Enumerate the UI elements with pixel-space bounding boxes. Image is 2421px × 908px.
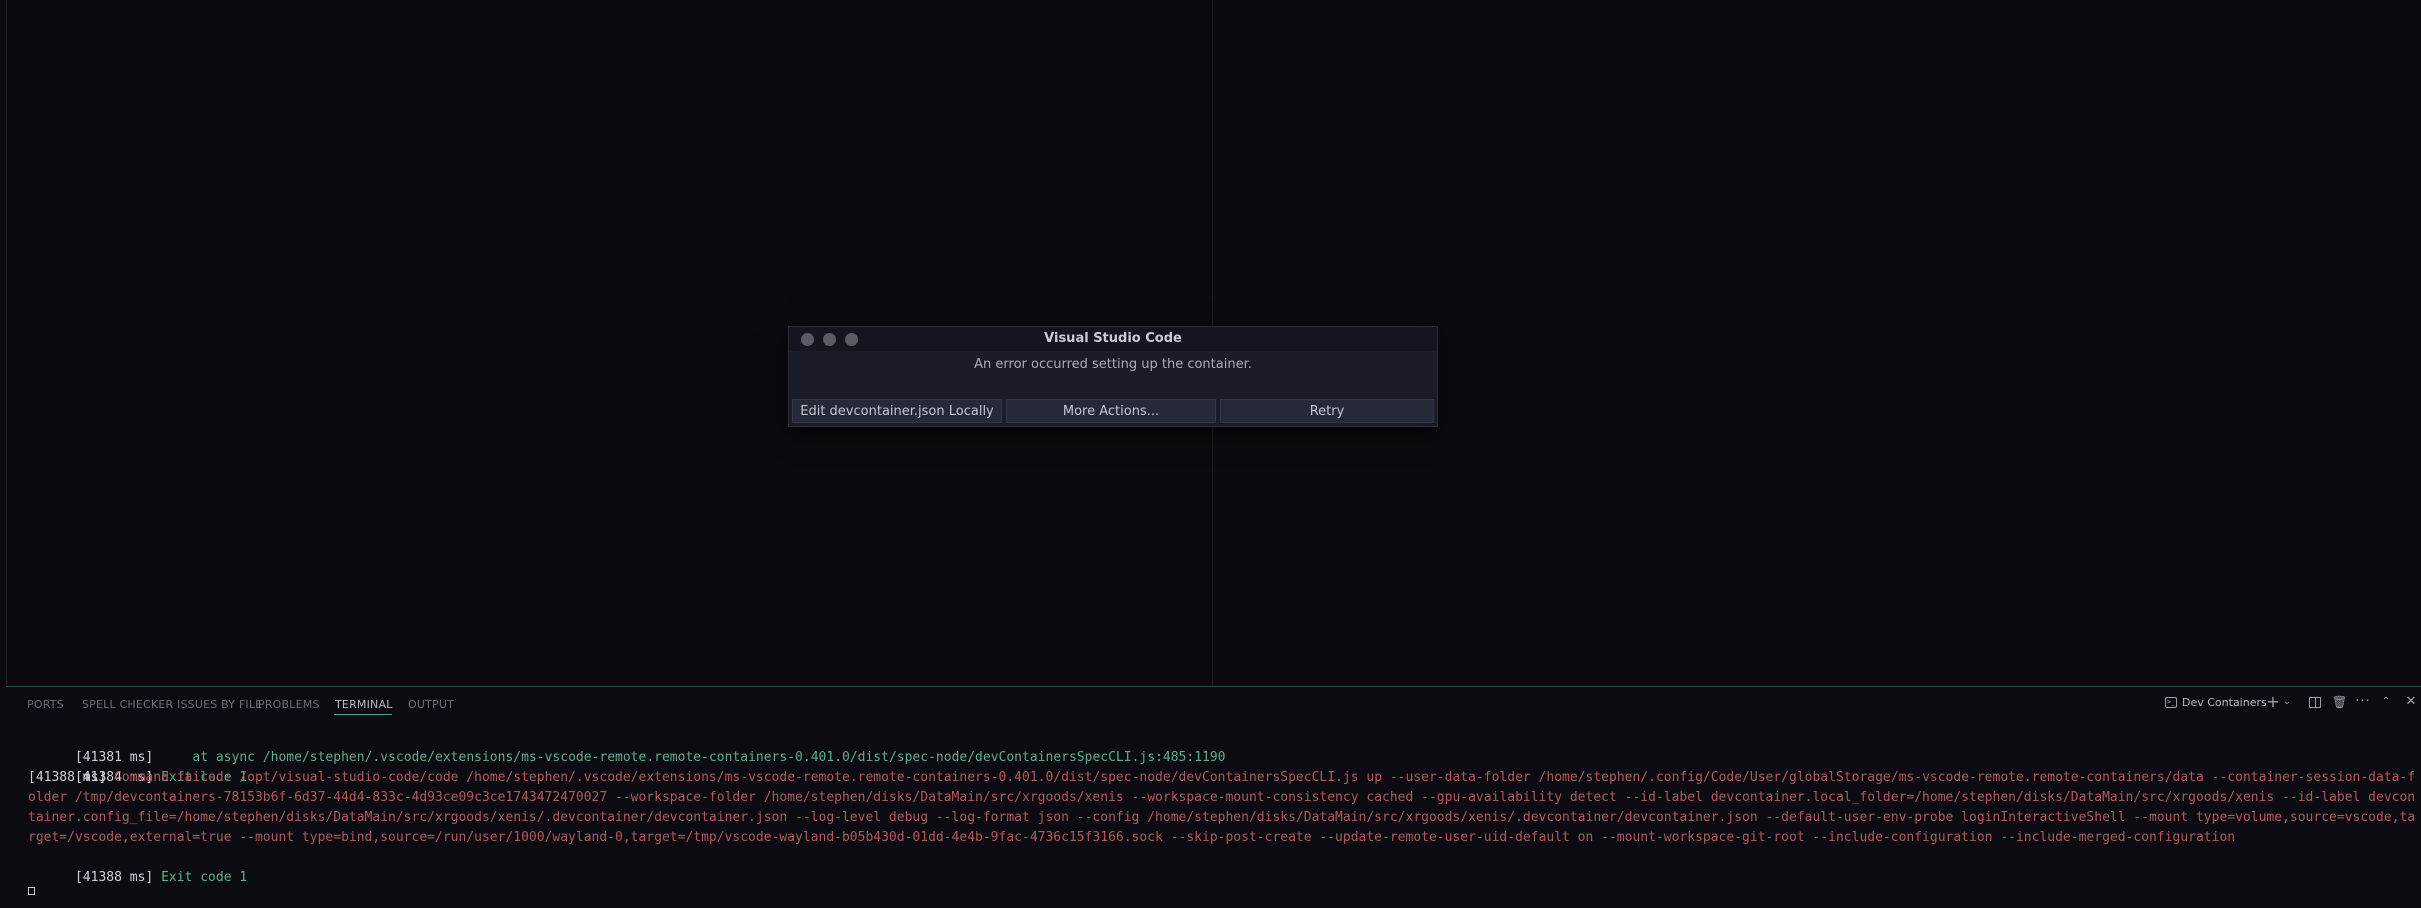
dialog-message: An error occurred setting up the contain…	[974, 357, 1252, 372]
tab-problems[interactable]: PROBLEMS	[258, 698, 320, 711]
trash-icon[interactable]: 🗑	[2332, 695, 2347, 709]
terminal-line: [41381 ms] at async /home/stephen/.vscod…	[28, 728, 2420, 765]
log-text: at async /home/stephen/.vscode/extension…	[153, 750, 1226, 765]
active-tab-indicator	[334, 714, 392, 715]
more-actions-button[interactable]: More Actions...	[1006, 399, 1216, 423]
terminal-output[interactable]: [41381 ms] at async /home/stephen/.vscod…	[28, 728, 2420, 885]
tab-output[interactable]: OUTPUT	[408, 698, 454, 711]
terminal-name[interactable]: Dev Containers	[2182, 696, 2267, 709]
terminal-cursor	[28, 887, 35, 895]
sidebar-edge	[6, 0, 7, 686]
timestamp: [41388 ms]	[28, 770, 107, 785]
error-text: Command failed: /opt/visual-studio-code/…	[28, 770, 2416, 845]
timestamp: [41381 ms]	[74, 750, 154, 765]
retry-button[interactable]: Retry	[1220, 399, 1434, 423]
plus-icon[interactable]: +	[2266, 694, 2280, 710]
log-text: Exit code 1	[153, 870, 248, 885]
timestamp: [41388 ms]	[74, 870, 154, 885]
terminal-line: [41388 ms] Command failed: /opt/visual-s…	[28, 768, 2420, 848]
error-dialog: Visual Studio Code An error occurred set…	[788, 326, 1438, 427]
chevron-up-icon[interactable]: ⌃	[2380, 695, 2392, 709]
more-icon[interactable]: ···	[2355, 695, 2371, 709]
close-icon[interactable]: ✕	[2405, 695, 2417, 709]
terminal-line: [41388 ms] Exit code 1	[28, 848, 2420, 885]
tab-spell-checker[interactable]: SPELL CHECKER ISSUES BY FILE	[82, 698, 262, 711]
dialog-title: Visual Studio Code	[1044, 331, 1182, 346]
terminal-icon: >_	[2165, 697, 2177, 708]
chevron-down-icon[interactable]: ⌄	[2282, 695, 2292, 709]
dialog-titlebar: Visual Studio Code	[789, 327, 1437, 351]
edit-devcontainer-button[interactable]: Edit devcontainer.json Locally	[792, 399, 1002, 423]
bottom-panel: PORTS SPELL CHECKER ISSUES BY FILE PROBL…	[6, 686, 2421, 896]
split-icon[interactable]	[2309, 697, 2321, 708]
tab-terminal[interactable]: TERMINAL	[335, 698, 393, 711]
tab-ports[interactable]: PORTS	[27, 698, 64, 711]
